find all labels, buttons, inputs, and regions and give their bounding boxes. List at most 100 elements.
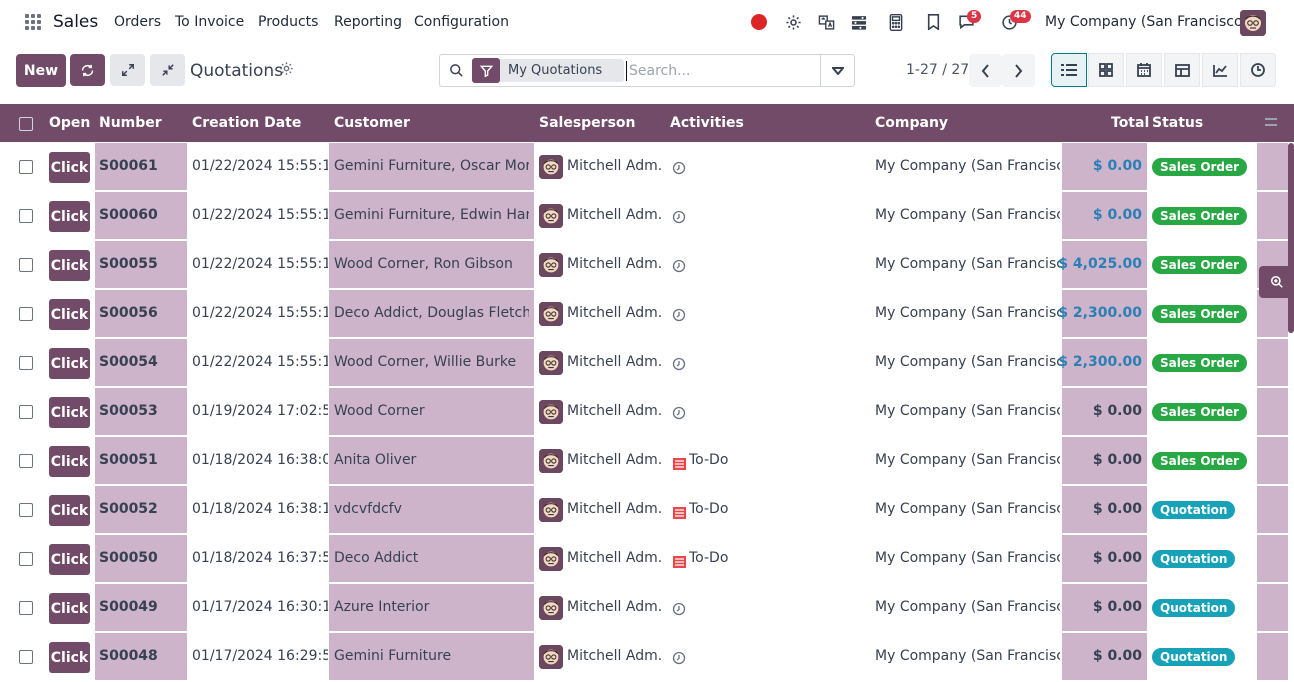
open-row-button[interactable]: Click [49, 642, 90, 673]
table-row[interactable]: Click S00054 01/22/2024 15:55:12 Wood Corne… [0, 339, 1294, 388]
search-icon[interactable] [449, 63, 465, 79]
recording-indicator-icon[interactable] [751, 14, 767, 30]
search-options-toggle[interactable] [820, 55, 855, 86]
row-select-checkbox[interactable] [19, 209, 33, 223]
column-header-number[interactable]: Number [99, 115, 162, 131]
apps-menu-icon[interactable] [25, 14, 41, 30]
table-row[interactable]: Click S00048 01/17/2024 16:29:55 Gemini Fur… [0, 633, 1294, 682]
app-name[interactable]: Sales [53, 12, 98, 32]
row-select-checkbox[interactable] [19, 258, 33, 272]
open-row-button[interactable]: Click [49, 152, 90, 183]
activity-clock-icon[interactable] [672, 405, 686, 420]
activity-clock-icon[interactable] [672, 209, 686, 224]
refresh-button[interactable] [70, 54, 105, 86]
menu-reporting[interactable]: Reporting [334, 14, 402, 30]
menu-products[interactable]: Products [258, 14, 318, 30]
search-input[interactable] [626, 61, 816, 81]
pager-next-button[interactable] [1002, 54, 1035, 87]
activity-label[interactable]: To-Do [689, 550, 809, 566]
table-row[interactable]: Click S00052 01/18/2024 16:38:13 vdcvfdcfv M… [0, 486, 1294, 535]
open-row-button[interactable]: Click [49, 250, 90, 281]
view-pivot-button[interactable] [1164, 53, 1200, 87]
row-select-checkbox[interactable] [19, 160, 33, 174]
view-list-button[interactable] [1051, 53, 1087, 87]
table-row[interactable]: Click S00055 01/22/2024 15:55:12 Wood Corne… [0, 241, 1294, 290]
order-number: S00056 [99, 305, 158, 321]
view-kanban-button[interactable] [1088, 53, 1124, 87]
view-activity-button[interactable] [1240, 53, 1276, 87]
column-header-customer[interactable]: Customer [334, 115, 410, 131]
column-header-creation-date[interactable]: Creation Date [192, 115, 301, 131]
menu-configuration[interactable]: Configuration [414, 14, 509, 30]
activity-clock-icon[interactable] [672, 601, 686, 616]
bookmark-icon[interactable] [923, 12, 943, 32]
activity-clock-icon[interactable] [672, 650, 686, 665]
company-switcher[interactable]: My Company (San Francisco) [1045, 14, 1248, 30]
status-badge: Sales Order [1152, 256, 1248, 274]
todo-activity-icon[interactable] [673, 553, 686, 568]
open-row-button[interactable]: Click [49, 544, 90, 575]
collapse-button[interactable] [150, 54, 185, 86]
calculator-icon[interactable] [886, 12, 906, 32]
table-row[interactable]: Click S00060 01/22/2024 15:55:12 Gemini Fur… [0, 192, 1294, 241]
column-header-salesperson[interactable]: Salesperson [539, 115, 636, 131]
table-row[interactable]: Click S00051 01/18/2024 16:38:05 Anita Oliv… [0, 437, 1294, 486]
activity-label[interactable]: To-Do [689, 452, 809, 468]
open-row-button[interactable]: Click [49, 593, 90, 624]
row-select-checkbox[interactable] [19, 650, 33, 664]
status-badge: Quotation [1152, 648, 1236, 666]
vertical-scrollbar[interactable] [1288, 143, 1294, 333]
activity-label[interactable]: To-Do [689, 501, 809, 517]
table-row[interactable]: Click S00053 01/19/2024 17:02:56 Wood Corne… [0, 388, 1294, 437]
company-name: My Company (San Francisco) [875, 305, 1060, 321]
row-select-checkbox[interactable] [19, 307, 33, 321]
activity-clock-icon[interactable] [672, 160, 686, 175]
row-select-checkbox[interactable] [19, 503, 33, 517]
user-avatar[interactable] [1240, 10, 1266, 36]
activity-clock-icon[interactable] [672, 258, 686, 273]
optional-columns-icon[interactable] [1265, 118, 1277, 126]
open-row-button[interactable]: Click [49, 299, 90, 330]
menu-orders[interactable]: Orders [114, 14, 161, 30]
table-row[interactable]: Click S00049 01/17/2024 16:30:15 Azure Inte… [0, 584, 1294, 633]
order-total: $ 0.00 [1092, 207, 1142, 223]
open-row-button[interactable]: Click [49, 397, 90, 428]
menu-to-invoice[interactable]: To Invoice [175, 14, 244, 30]
row-select-checkbox[interactable] [19, 405, 33, 419]
column-header-activities[interactable]: Activities [670, 115, 744, 131]
calendar-view-icon [1137, 63, 1151, 77]
row-select-checkbox[interactable] [19, 356, 33, 370]
row-select-checkbox[interactable] [19, 454, 33, 468]
expand-button[interactable] [110, 54, 145, 86]
creation-date: 01/18/2024 16:38:05 [192, 452, 328, 468]
activity-clock-icon[interactable] [672, 356, 686, 371]
view-graph-button[interactable] [1202, 53, 1238, 87]
column-header-open[interactable]: Open [49, 115, 90, 131]
select-all-checkbox[interactable] [19, 117, 33, 131]
actions-gear-icon[interactable] [279, 61, 295, 77]
view-calendar-button[interactable] [1126, 53, 1162, 87]
row-select-checkbox[interactable] [19, 601, 33, 615]
pager-previous-button[interactable] [969, 54, 1002, 87]
todo-activity-icon[interactable] [673, 455, 686, 470]
open-row-button[interactable]: Click [49, 348, 90, 379]
row-select-checkbox[interactable] [19, 552, 33, 566]
column-header-status[interactable]: Status [1152, 115, 1203, 131]
table-row[interactable]: Click S00056 01/22/2024 15:55:12 Deco Addic… [0, 290, 1294, 339]
new-button[interactable]: New [16, 54, 66, 87]
open-row-button[interactable]: Click [49, 495, 90, 526]
filter-facet-my-quotations[interactable]: My Quotations [500, 59, 624, 82]
settings-gear-icon[interactable] [783, 12, 803, 32]
todo-activity-icon[interactable] [673, 504, 686, 519]
activity-clock-icon[interactable] [672, 307, 686, 322]
open-row-button[interactable]: Click [49, 446, 90, 477]
creation-date: 01/19/2024 17:02:56 [192, 403, 328, 419]
table-row[interactable]: Click S00050 01/18/2024 16:37:54 Deco Addic… [0, 535, 1294, 584]
debug-toggle-icon[interactable] [849, 12, 869, 32]
open-row-button[interactable]: Click [49, 201, 90, 232]
table-row[interactable]: Click S00061 01/22/2024 15:55:12 Gemini Fur… [0, 143, 1294, 192]
language-translate-icon[interactable] [816, 12, 836, 32]
column-header-company[interactable]: Company [875, 115, 948, 131]
column-header-total[interactable]: Total [1111, 115, 1149, 131]
pager-value[interactable]: 1-27 / 27 [906, 62, 969, 78]
